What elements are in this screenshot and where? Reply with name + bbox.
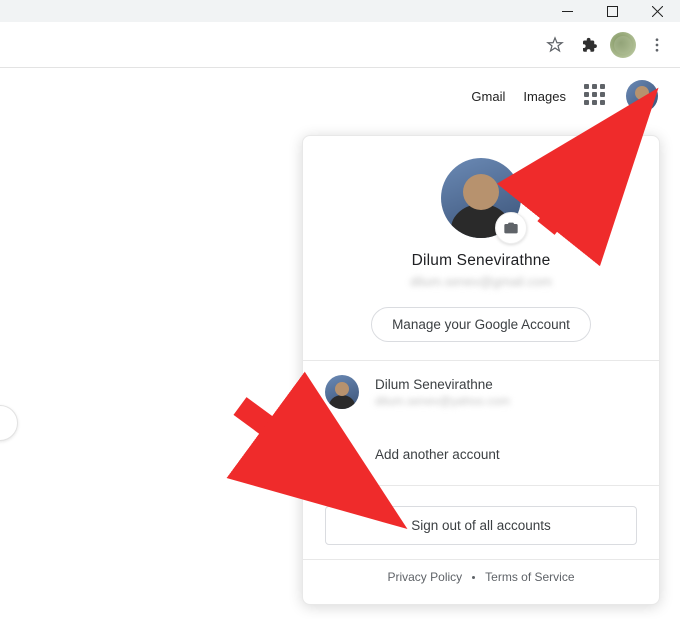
window-titlebar — [0, 0, 680, 22]
add-account-row[interactable]: Add another account — [303, 423, 659, 485]
account-avatar-button[interactable] — [626, 80, 658, 112]
primary-account-email: dilum.senev@gmail.com — [410, 274, 552, 289]
gmail-link[interactable]: Gmail — [471, 89, 505, 104]
google-apps-icon[interactable] — [584, 84, 608, 108]
other-account-name: Dilum Senevirathne — [375, 377, 510, 392]
account-footer: Privacy Policy Terms of Service — [303, 560, 659, 598]
google-header: Gmail Images — [0, 68, 680, 124]
person-add-icon — [325, 437, 359, 471]
change-photo-button[interactable] — [495, 212, 527, 244]
dot-separator — [472, 576, 475, 579]
primary-account-name: Dilum Senevirathne — [412, 252, 551, 270]
window-minimize-button[interactable] — [545, 0, 590, 22]
window-close-button[interactable] — [635, 0, 680, 22]
bookmark-star-icon[interactable] — [540, 30, 570, 60]
other-account-avatar — [325, 375, 359, 409]
privacy-policy-link[interactable]: Privacy Policy — [387, 570, 462, 584]
browser-toolbar — [0, 22, 680, 68]
chrome-profile-button[interactable] — [608, 30, 638, 60]
other-account-row[interactable]: Dilum Senevirathne dilum.senev@yahoo.com — [303, 361, 659, 423]
other-account-email: dilum.senev@yahoo.com — [375, 394, 510, 408]
images-link[interactable]: Images — [523, 89, 566, 104]
camera-icon — [503, 220, 519, 236]
window-maximize-button[interactable] — [590, 0, 635, 22]
kebab-menu-icon[interactable] — [642, 30, 672, 60]
account-menu-popup: Dilum Senevirathne dilum.senev@gmail.com… — [302, 135, 660, 605]
account-primary-section: Dilum Senevirathne dilum.senev@gmail.com… — [303, 136, 659, 360]
add-account-label: Add another account — [375, 447, 500, 462]
sign-out-all-button[interactable]: Sign out of all accounts — [325, 506, 637, 545]
extensions-icon[interactable] — [574, 30, 604, 60]
quick-access-handle[interactable] — [0, 405, 18, 441]
manage-account-button[interactable]: Manage your Google Account — [371, 307, 591, 342]
terms-of-service-link[interactable]: Terms of Service — [485, 570, 574, 584]
